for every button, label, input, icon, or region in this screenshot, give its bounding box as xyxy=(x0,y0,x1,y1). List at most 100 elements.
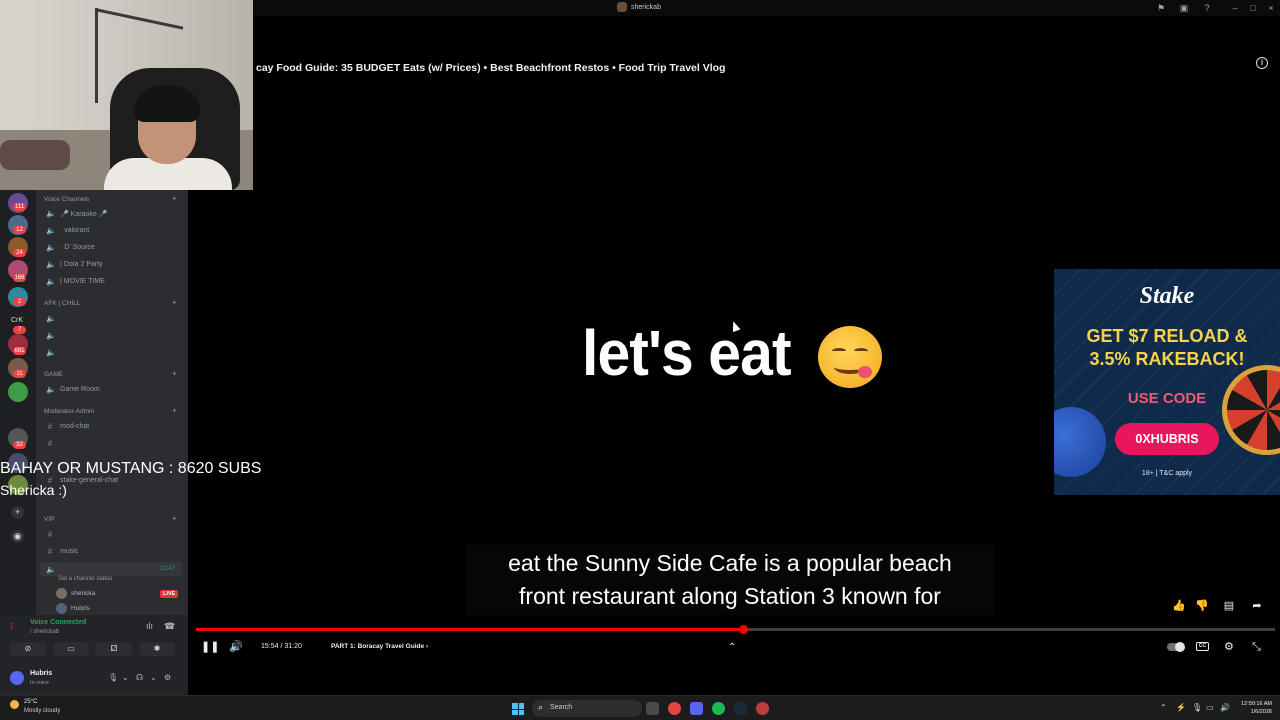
chevron-down-icon[interactable]: ⌄ xyxy=(122,673,129,682)
steam-icon[interactable] xyxy=(734,702,747,715)
channel-label: mod-chat xyxy=(60,423,90,430)
channel-vip-1[interactable]: # xyxy=(46,530,54,539)
add-channel-icon[interactable]: + xyxy=(172,369,177,378)
category-voice-channels[interactable]: Voice Channels xyxy=(44,196,89,203)
monitor-icon[interactable]: ▭ xyxy=(1206,703,1214,712)
add-channel-icon[interactable]: + xyxy=(172,194,177,203)
exit-fullscreen-icon[interactable]: ⤡ xyxy=(1252,640,1261,654)
headphones-icon[interactable]: ☊ xyxy=(136,673,143,682)
add-channel-icon[interactable]: + xyxy=(172,298,177,307)
windows-start-icon[interactable] xyxy=(512,703,524,715)
server-icon[interactable] xyxy=(8,382,28,402)
settings-gear-icon[interactable]: ⚙ xyxy=(1224,640,1234,654)
chevron-up-icon[interactable]: ⌃ xyxy=(1160,703,1167,712)
chapter-label[interactable]: PART 1: Boracay Travel Guide › xyxy=(331,643,428,650)
voice-connected-status[interactable]: Voice Connected xyxy=(30,619,86,626)
server-badge: 7 xyxy=(13,326,26,334)
pause-icon[interactable]: ❚❚ xyxy=(201,640,219,654)
taskbar-clock[interactable]: 12:50:16 AM 1/6/2026 xyxy=(1236,700,1272,716)
progress-scrubber[interactable] xyxy=(739,625,749,634)
category-afk-chill[interactable]: AFK | CHILL xyxy=(44,300,80,307)
add-server-icon[interactable]: + xyxy=(11,506,24,519)
weather-icon[interactable] xyxy=(10,700,19,709)
voice-user-name: Hubris xyxy=(71,605,90,612)
taskbar-search[interactable]: ⌕ Search xyxy=(532,700,642,717)
channel-mod-chat[interactable]: # mod-chat xyxy=(46,422,89,431)
weather-temp[interactable]: 25°C xyxy=(24,699,37,705)
category-moderator-admin[interactable]: Moderator-Admin xyxy=(44,408,94,415)
server-badge: 11 xyxy=(13,370,26,378)
channel-music[interactable]: # music xyxy=(46,547,79,556)
avatar xyxy=(56,588,67,599)
flag-icon[interactable]: ⚑ xyxy=(1156,3,1166,13)
video-title[interactable]: cay Food Guide: 35 BUDGET Eats (w/ Price… xyxy=(256,62,725,74)
close-icon[interactable]: × xyxy=(1266,3,1276,13)
task-view-icon[interactable] xyxy=(646,702,659,715)
search-icon: ⌕ xyxy=(538,702,544,712)
network-icon[interactable]: ⚡ xyxy=(1176,703,1186,712)
channel-d-source[interactable]: 🔈 · D' Source xyxy=(46,243,95,252)
spotify-icon[interactable] xyxy=(712,702,725,715)
autoplay-toggle[interactable] xyxy=(1167,642,1185,652)
sponsor-ad[interactable]: Stake GET $7 RELOAD & 3.5% RAKEBACK! USE… xyxy=(1054,269,1280,495)
chevron-down-icon[interactable]: ⌄ xyxy=(150,673,157,682)
channel-dota[interactable]: 🔈 | Dota 2 Party xyxy=(46,260,103,269)
clock-date: 1/6/2026 xyxy=(1250,709,1272,715)
dislike-icon[interactable]: 👎 xyxy=(1195,599,1209,613)
voice-user-row[interactable]: Hubris xyxy=(56,603,90,614)
speaker-icon: 🔈 xyxy=(46,243,56,252)
discover-icon[interactable]: ◉ xyxy=(11,530,24,543)
activities-button[interactable]: ⚂ xyxy=(96,642,132,656)
channel-afk-2[interactable]: 🔈 xyxy=(46,331,56,340)
camera-off-button[interactable]: ⊘ xyxy=(10,642,46,656)
add-channel-icon[interactable]: + xyxy=(172,406,177,415)
ad-code-button[interactable]: 0XHUBRIS xyxy=(1115,423,1219,455)
help-icon[interactable]: ? xyxy=(1202,3,1212,13)
emoji-eye xyxy=(832,348,846,354)
soundboard-button[interactable]: ✱ xyxy=(139,642,175,656)
channel-karaoke[interactable]: 🔈 🎤 Karaoke 🎤 xyxy=(46,209,107,218)
microphone-icon[interactable]: 🎙 xyxy=(108,673,118,682)
maximize-icon[interactable]: □ xyxy=(1248,3,1258,13)
category-game[interactable]: GAME xyxy=(44,371,63,378)
chevron-up-icon[interactable]: ⌃ xyxy=(728,641,736,655)
channel-label: | Dota 2 Party xyxy=(60,261,103,268)
volume-icon[interactable]: 🔊 xyxy=(1220,703,1230,712)
channel-afk-3[interactable]: 🔈 xyxy=(46,348,56,357)
avatar[interactable] xyxy=(10,671,24,685)
noise-suppression-icon[interactable]: ılı xyxy=(146,621,153,631)
settings-gear-icon[interactable]: ⚙ xyxy=(164,673,171,682)
set-channel-status[interactable]: Set a channel status xyxy=(58,576,112,582)
channel-game-room[interactable]: 🔈 Game Room xyxy=(46,385,100,394)
caption-line: front restaurant along Station 3 known f… xyxy=(519,583,941,609)
app-icon[interactable] xyxy=(756,702,769,715)
speaker-icon: 🔈 xyxy=(46,331,56,340)
add-channel-icon[interactable]: + xyxy=(172,514,177,523)
share-icon[interactable]: ➦ xyxy=(1250,599,1264,613)
screen-share-button[interactable]: ▭ xyxy=(53,642,89,656)
channel-mod-2[interactable]: # xyxy=(46,439,54,448)
comments-icon[interactable]: ▤ xyxy=(1222,599,1236,613)
voice-channel-name[interactable]: / sherickab xyxy=(30,629,59,635)
minimize-icon[interactable]: – xyxy=(1230,3,1240,13)
chrome-icon[interactable] xyxy=(668,702,681,715)
channel-afk-1[interactable]: 🔈 xyxy=(46,314,56,323)
server-text-icon[interactable]: CrK xyxy=(11,317,23,324)
inbox-icon[interactable]: ▣ xyxy=(1179,3,1189,13)
disconnect-icon[interactable]: ☎ xyxy=(164,621,175,632)
voice-user-row[interactable]: shericka xyxy=(56,588,95,599)
captions-icon[interactable]: CC xyxy=(1196,642,1209,651)
mic-icon[interactable]: 🎙 xyxy=(1192,703,1202,712)
info-icon[interactable]: i xyxy=(1256,57,1268,69)
channel-movie-time[interactable]: 🔈 | MOVIE TIME xyxy=(46,277,105,286)
volume-icon[interactable]: 🔊 xyxy=(229,640,243,654)
weather-desc[interactable]: Mostly cloudy xyxy=(24,708,60,714)
clock-time: 12:50:16 AM xyxy=(1241,701,1272,707)
video-progress-bar[interactable] xyxy=(196,625,1275,634)
discord-icon[interactable] xyxy=(690,702,703,715)
like-icon[interactable]: 👍 xyxy=(1172,599,1186,613)
webcam-rack xyxy=(95,8,98,103)
category-vip[interactable]: VIP xyxy=(44,516,54,523)
channel-valorant[interactable]: 🔈 · valorant xyxy=(46,226,89,235)
channel-list: Voice Channels + 🔈 🎤 Karaoke 🎤 🔈 · valor… xyxy=(36,190,188,615)
